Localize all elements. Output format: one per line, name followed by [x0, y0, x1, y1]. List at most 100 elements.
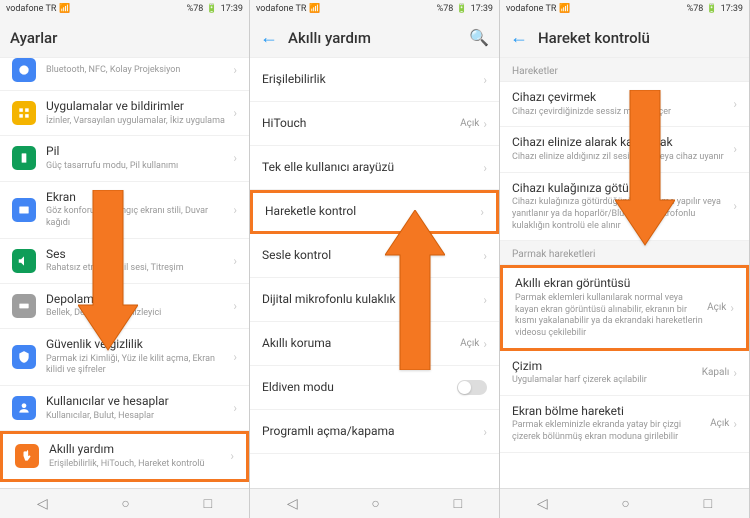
chevron-right-icon: ›	[233, 203, 237, 217]
list-item[interactable]: HiTouch Açık ›	[250, 102, 499, 146]
statusbar: vodafone TR📶 %78🔋17:39	[250, 0, 499, 18]
list-item[interactable]: Kullanıcılar ve hesaplarKullanıcılar, Bu…	[0, 386, 249, 431]
chevron-right-icon: ›	[483, 337, 487, 351]
storage-icon	[12, 294, 36, 318]
toggle-switch[interactable]	[457, 380, 487, 395]
list-item[interactable]: PilGüç tasarrufu modu, Pil kullanımı ›	[0, 136, 249, 181]
list-item[interactable]: Erişilebilirlik ›	[250, 58, 499, 102]
chevron-right-icon: ›	[233, 299, 237, 313]
list-item[interactable]: Programlı açma/kapama ›	[250, 410, 499, 454]
header: Ayarlar	[0, 18, 249, 58]
item-title: Akıllı koruma	[262, 336, 460, 352]
item-sub: Cihazı elinize aldığınız zil sesi azalır…	[512, 152, 733, 164]
chevron-right-icon: ›	[733, 417, 737, 431]
settings-list: Bluetooth, NFC, Kolay Projeksiyon › Uygu…	[0, 58, 249, 488]
list-item[interactable]: EkranGöz konforu, Başlangıç ekranı stili…	[0, 182, 249, 239]
list-item[interactable]: DepolamaBellek, Depolama, temizleyici ›	[0, 284, 249, 329]
list-item[interactable]: Dijital mikrofonlu kulaklık ›	[250, 278, 499, 322]
search-icon[interactable]: 🔍	[469, 28, 489, 47]
chevron-right-icon: ›	[233, 151, 237, 165]
connect-icon	[12, 58, 36, 82]
time-label: 17:39	[471, 4, 493, 14]
chevron-right-icon: ›	[233, 106, 237, 120]
item-title: Cihazı elinize alarak kaldırmak	[512, 135, 733, 151]
list-item[interactable]: Ekran bölme hareketiParmak ekleminizle e…	[500, 396, 749, 453]
item-sub: Bluetooth, NFC, Kolay Projeksiyon	[46, 65, 233, 77]
list-item[interactable]: G GoogleGoogle servisleri ›	[0, 482, 249, 488]
list-item[interactable]: Güvenlik ve gizlilikParmak izi Kimliği, …	[0, 329, 249, 386]
chevron-right-icon: ›	[233, 350, 237, 364]
item-sub: Kullanıcılar, Bulut, Hesaplar	[46, 411, 233, 423]
apps-icon	[12, 101, 36, 125]
nav-home-icon[interactable]: ○	[621, 495, 629, 512]
chevron-right-icon: ›	[483, 73, 487, 87]
list-item[interactable]: Sesle kontrol ›	[250, 234, 499, 278]
item-value: Açık	[707, 302, 726, 313]
motion-control-list: Hareketler Cihazı çevirmekCihazı çevirdi…	[500, 58, 749, 488]
item-title: Ekran bölme hareketi	[512, 404, 710, 420]
list-item-glove-mode[interactable]: Eldiven modu	[250, 366, 499, 410]
item-title: Ekran	[46, 190, 233, 206]
nav-back-icon[interactable]: ◁	[537, 496, 548, 512]
item-title: Uygulamalar ve bildirimler	[46, 99, 233, 115]
signal-icon: 📶	[309, 4, 320, 14]
phone-screen-3: vodafone TR📶 %78🔋17:39 ← Hareket kontrol…	[500, 0, 750, 518]
item-title: Cihazı kulağınıza götürmek	[512, 181, 733, 197]
list-item[interactable]: ÇizimUygulamalar harf çizerek açılabilir…	[500, 351, 749, 396]
nav-back-icon[interactable]: ◁	[37, 496, 48, 512]
item-value: Açık	[710, 418, 729, 429]
chevron-right-icon: ›	[483, 425, 487, 439]
nav-recent-icon[interactable]: □	[704, 495, 712, 512]
nav-home-icon[interactable]: ○	[121, 495, 129, 512]
chevron-right-icon: ›	[480, 205, 484, 219]
nav-recent-icon[interactable]: □	[454, 495, 462, 512]
list-item[interactable]: Akıllı koruma Açık ›	[250, 322, 499, 366]
list-item[interactable]: SesRahatsız etmeyin, Zil sesi, Titreşim …	[0, 239, 249, 284]
nav-back-icon[interactable]: ◁	[287, 496, 298, 512]
header: ← Akıllı yardım 🔍	[250, 18, 499, 58]
back-button[interactable]: ←	[510, 27, 528, 48]
list-item[interactable]: Cihazı elinize alarak kaldırmakCihazı el…	[500, 127, 749, 172]
chevron-right-icon: ›	[730, 301, 734, 315]
chevron-right-icon: ›	[233, 254, 237, 268]
section-header: Hareketler	[500, 58, 749, 82]
item-sub: Bellek, Depolama, temizleyici	[46, 308, 233, 320]
statusbar: vodafone TR📶 %78🔋17:39	[0, 0, 249, 18]
smart-assist-list: Erişilebilirlik › HiTouch Açık › Tek ell…	[250, 58, 499, 488]
list-item-smart-screenshot[interactable]: Akıllı ekran görüntüsüParmak eklemleri k…	[500, 265, 749, 350]
page-title: Ayarlar	[10, 29, 239, 47]
item-title: Cihazı çevirmek	[512, 90, 733, 106]
chevron-right-icon: ›	[733, 366, 737, 380]
signal-icon: 📶	[59, 4, 70, 14]
item-sub: Erişilebilirlik, HiTouch, Hareket kontro…	[49, 459, 230, 471]
battery-icon: 🔋	[456, 4, 467, 14]
item-title: Akıllı ekran görüntüsü	[515, 276, 707, 292]
list-item[interactable]: Bluetooth, NFC, Kolay Projeksiyon ›	[0, 58, 249, 91]
item-title: Depolama	[46, 292, 233, 308]
item-sub: Rahatsız etmeyin, Zil sesi, Titreşim	[46, 263, 233, 275]
nav-home-icon[interactable]: ○	[371, 495, 379, 512]
navbar: ◁ ○ □	[500, 488, 749, 518]
item-sub: Parmak izi Kimliği, Yüz ile kilit açma, …	[46, 354, 233, 377]
chevron-right-icon: ›	[483, 249, 487, 263]
chevron-right-icon: ›	[733, 199, 737, 213]
users-icon	[12, 396, 36, 420]
item-sub: İzinler, Varsayılan uygulamalar, İkiz uy…	[46, 116, 233, 128]
page-title: Hareket kontrolü	[538, 29, 739, 47]
list-item[interactable]: Uygulamalar ve bildirimlerİzinler, Varsa…	[0, 91, 249, 136]
carrier-label: vodafone TR	[506, 4, 556, 14]
list-item[interactable]: Tek elle kullanıcı arayüzü ›	[250, 146, 499, 190]
list-item[interactable]: Cihazı çevirmekCihazı çevirdiğinizde ses…	[500, 82, 749, 127]
list-item-motion-control[interactable]: Hareketle kontrol ›	[250, 190, 499, 234]
item-title: Programlı açma/kapama	[262, 424, 483, 440]
list-item-smart-assist[interactable]: Akıllı yardımErişilebilirlik, HiTouch, H…	[0, 431, 249, 481]
header: ← Hareket kontrolü	[500, 18, 749, 58]
carrier-label: vodafone TR	[256, 4, 306, 14]
nav-recent-icon[interactable]: □	[204, 495, 212, 512]
list-item[interactable]: Cihazı kulağınıza götürmekCihazı kulağın…	[500, 173, 749, 242]
chevron-right-icon: ›	[230, 449, 234, 463]
chevron-right-icon: ›	[733, 142, 737, 156]
item-title: Hareketle kontrol	[265, 204, 480, 220]
back-button[interactable]: ←	[260, 27, 278, 48]
navbar: ◁ ○ □	[0, 488, 249, 518]
